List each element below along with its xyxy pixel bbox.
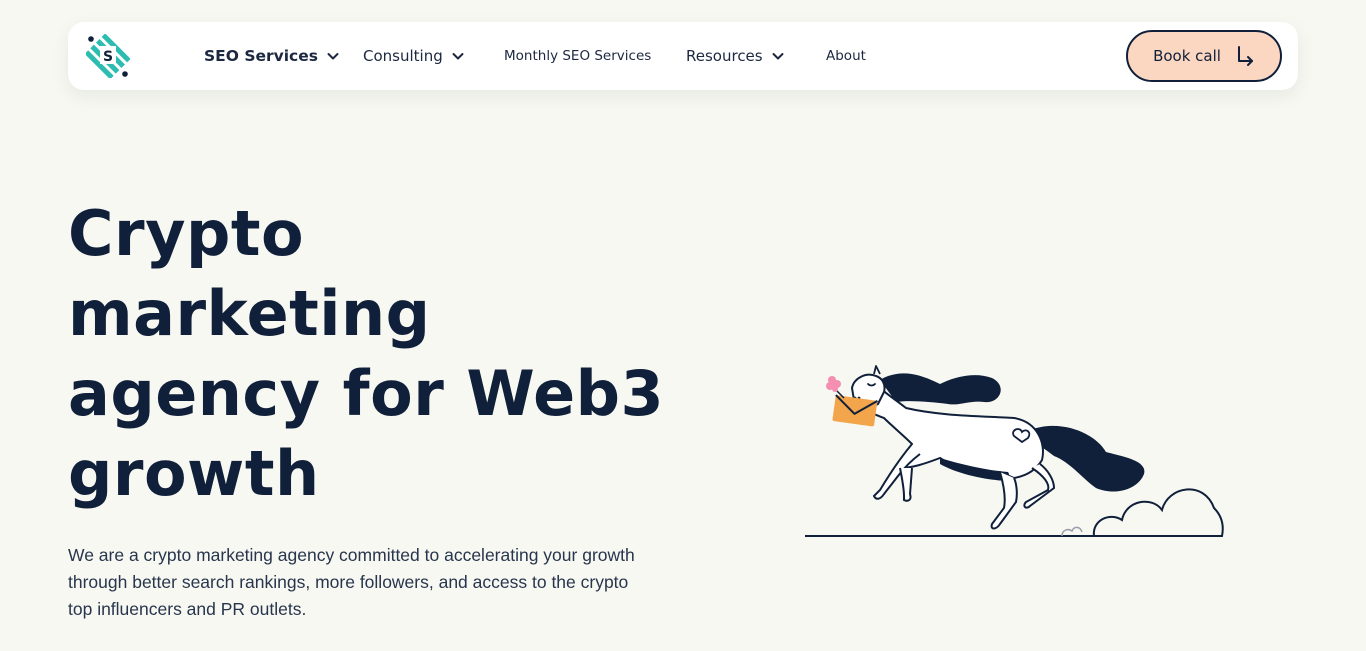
nav-monthly-seo[interactable]: Monthly SEO Services	[504, 22, 651, 90]
nav-about[interactable]: About	[826, 22, 866, 90]
flower-icon	[826, 376, 845, 399]
chevron-down-icon	[327, 53, 339, 60]
hero-title-line: marketing	[68, 277, 431, 350]
chevron-down-icon	[772, 53, 784, 60]
logo-icon[interactable]: S	[86, 34, 130, 78]
hero-title: Crypto marketing agency for Web3 growth	[68, 194, 708, 514]
hero-title-line: growth	[68, 437, 320, 510]
horse-ear	[873, 365, 881, 375]
nav-resources-label: Resources	[686, 47, 763, 65]
horse-front-leg	[872, 443, 921, 500]
hero-title-line: agency for Web3	[68, 357, 665, 430]
hero-subtitle: We are a crypto marketing agency committ…	[68, 545, 635, 619]
nav-resources[interactable]: Resources	[686, 22, 785, 90]
nav-monthly-seo-label: Monthly SEO Services	[504, 48, 652, 64]
dust-puff	[1061, 526, 1083, 537]
nav-about-label: About	[826, 48, 866, 64]
chevron-down-icon	[452, 53, 464, 60]
nav-seo-services[interactable]: SEO Services	[204, 22, 340, 90]
cloud-shape	[1092, 488, 1224, 537]
horse-hind-leg	[990, 471, 1018, 530]
hero-title-line: Crypto	[68, 197, 305, 270]
horse-illustration	[805, 365, 1224, 537]
logo-letter: S	[103, 49, 113, 65]
nav-consulting[interactable]: Consulting	[363, 22, 465, 90]
nav-seo-services-label: SEO Services	[204, 47, 318, 65]
book-call-button[interactable]: Book call	[1126, 30, 1282, 82]
top-navbar: S SEO Services Consulting Monthly SEO Se…	[68, 22, 1298, 90]
horse-mane	[880, 373, 1001, 405]
arrow-turn-down-right-icon	[1237, 46, 1253, 66]
nav-consulting-label: Consulting	[363, 47, 443, 65]
horse-front-leg	[899, 467, 913, 502]
book-call-label: Book call	[1153, 47, 1221, 65]
